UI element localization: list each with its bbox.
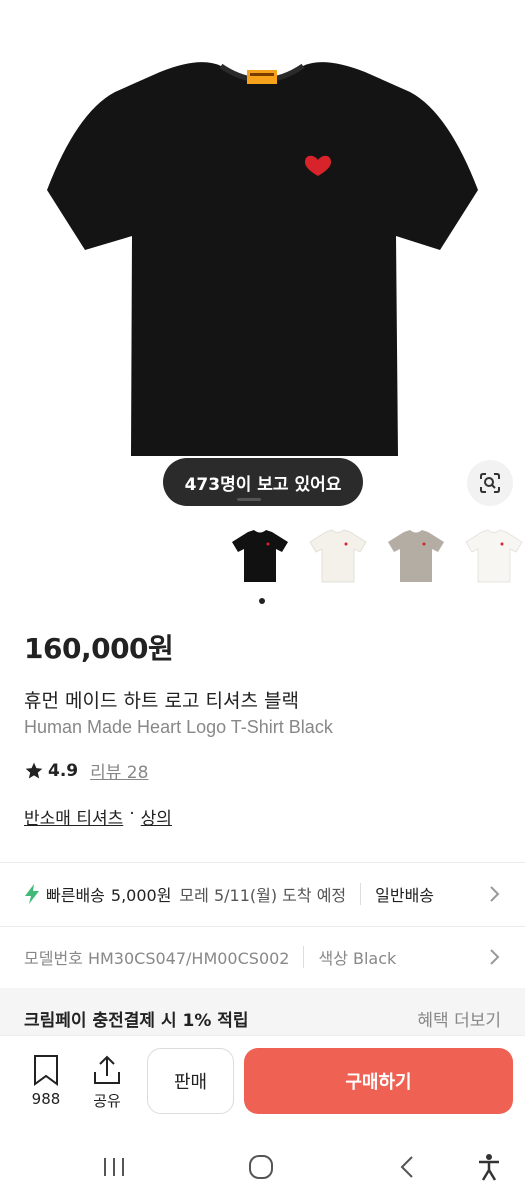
breadcrumb: 반소매 티셔츠 · 상의 — [24, 804, 172, 829]
share-button[interactable]: 공유 — [82, 1054, 132, 1111]
chevron-right-icon — [490, 886, 500, 902]
fast-shipping-price: 5,000원 — [110, 886, 172, 905]
bookmark-button[interactable]: 988 — [21, 1054, 71, 1108]
lightning-icon — [25, 884, 39, 904]
accessibility-button[interactable] — [469, 1152, 509, 1182]
normal-shipping-label: 일반배송 — [375, 886, 435, 905]
thumbnail-black[interactable] — [229, 525, 291, 587]
thumbnail-gray[interactable] — [385, 525, 447, 587]
thumbnail-cream[interactable] — [463, 525, 525, 587]
image-pager-indicator — [237, 498, 261, 501]
divider — [0, 862, 525, 863]
nav-back-icon — [400, 1156, 413, 1178]
product-name-korean: 휴먼 메이드 하트 로고 티셔츠 블랙 — [24, 690, 299, 712]
chevron-right-icon — [490, 949, 500, 965]
nav-back-button[interactable] — [387, 1152, 427, 1182]
tshirt-thumb-black — [232, 530, 288, 582]
bookmark-count: 988 — [31, 1090, 61, 1108]
review-link[interactable]: 리뷰 28 — [90, 758, 148, 783]
thumbnail-selected-dot — [259, 598, 265, 604]
fast-shipping-label: 빠른배송 — [46, 886, 105, 905]
viewer-count-badge: 473명이 보고 있어요 — [163, 458, 363, 506]
product-image[interactable]: 473명이 보고 있어요 — [0, 0, 525, 520]
sell-button[interactable]: 판매 — [147, 1048, 234, 1114]
image-search-button[interactable] — [467, 460, 513, 506]
share-icon — [94, 1055, 120, 1084]
product-details-row[interactable]: 모델번호 HM30CS047/HM00CS002 색상 Black — [0, 927, 525, 987]
product-name-english: Human Made Heart Logo T-Shirt Black — [24, 717, 333, 737]
product-price: 160,000원 — [24, 632, 174, 665]
tshirt-thumb-gray — [388, 530, 444, 582]
nav-recents-button[interactable] — [94, 1152, 134, 1182]
rating-row[interactable]: 4.9 리뷰 28 — [24, 758, 148, 783]
tshirt-thumb-cream — [465, 529, 523, 583]
benefit-more-link[interactable]: 혜택 더보기 — [417, 1006, 501, 1031]
category-link-tops[interactable]: 상의 — [141, 804, 172, 829]
row-separator — [303, 946, 305, 968]
tshirt-image — [47, 62, 478, 457]
color-value: 색상 Black — [318, 949, 397, 968]
benefit-label: 크림페이 충전결제 시 1% 적립 — [24, 1010, 249, 1031]
breadcrumb-separator: · — [129, 804, 135, 824]
nav-home-icon — [249, 1155, 273, 1179]
row-separator — [360, 883, 362, 905]
bottom-action-bar: 988 공유 판매 구매하기 — [0, 1035, 525, 1127]
fast-shipping-eta: 모레 5/11(월) 도착 예정 — [179, 886, 347, 905]
bookmark-icon — [34, 1055, 58, 1086]
tshirt-thumb-white — [309, 529, 367, 583]
color-thumbnails — [229, 525, 525, 587]
system-navigation-bar — [0, 1135, 525, 1200]
nav-home-button[interactable] — [241, 1152, 281, 1182]
accessibility-icon — [479, 1154, 499, 1181]
buy-button[interactable]: 구매하기 — [244, 1048, 513, 1114]
rating-score: 4.9 — [48, 760, 79, 781]
category-link-short-sleeve[interactable]: 반소매 티셔츠 — [24, 804, 123, 829]
model-number: 모델번호 HM30CS047/HM00CS002 — [24, 949, 290, 968]
shipping-options-row[interactable]: 빠른배송 5,000원 모레 5/11(월) 도착 예정 일반배송 — [0, 864, 525, 924]
star-icon — [25, 762, 43, 778]
thumbnail-white[interactable] — [307, 525, 369, 587]
camera-lens-icon — [480, 473, 500, 493]
share-label: 공유 — [93, 1092, 121, 1110]
nav-recents-icon — [104, 1158, 124, 1176]
